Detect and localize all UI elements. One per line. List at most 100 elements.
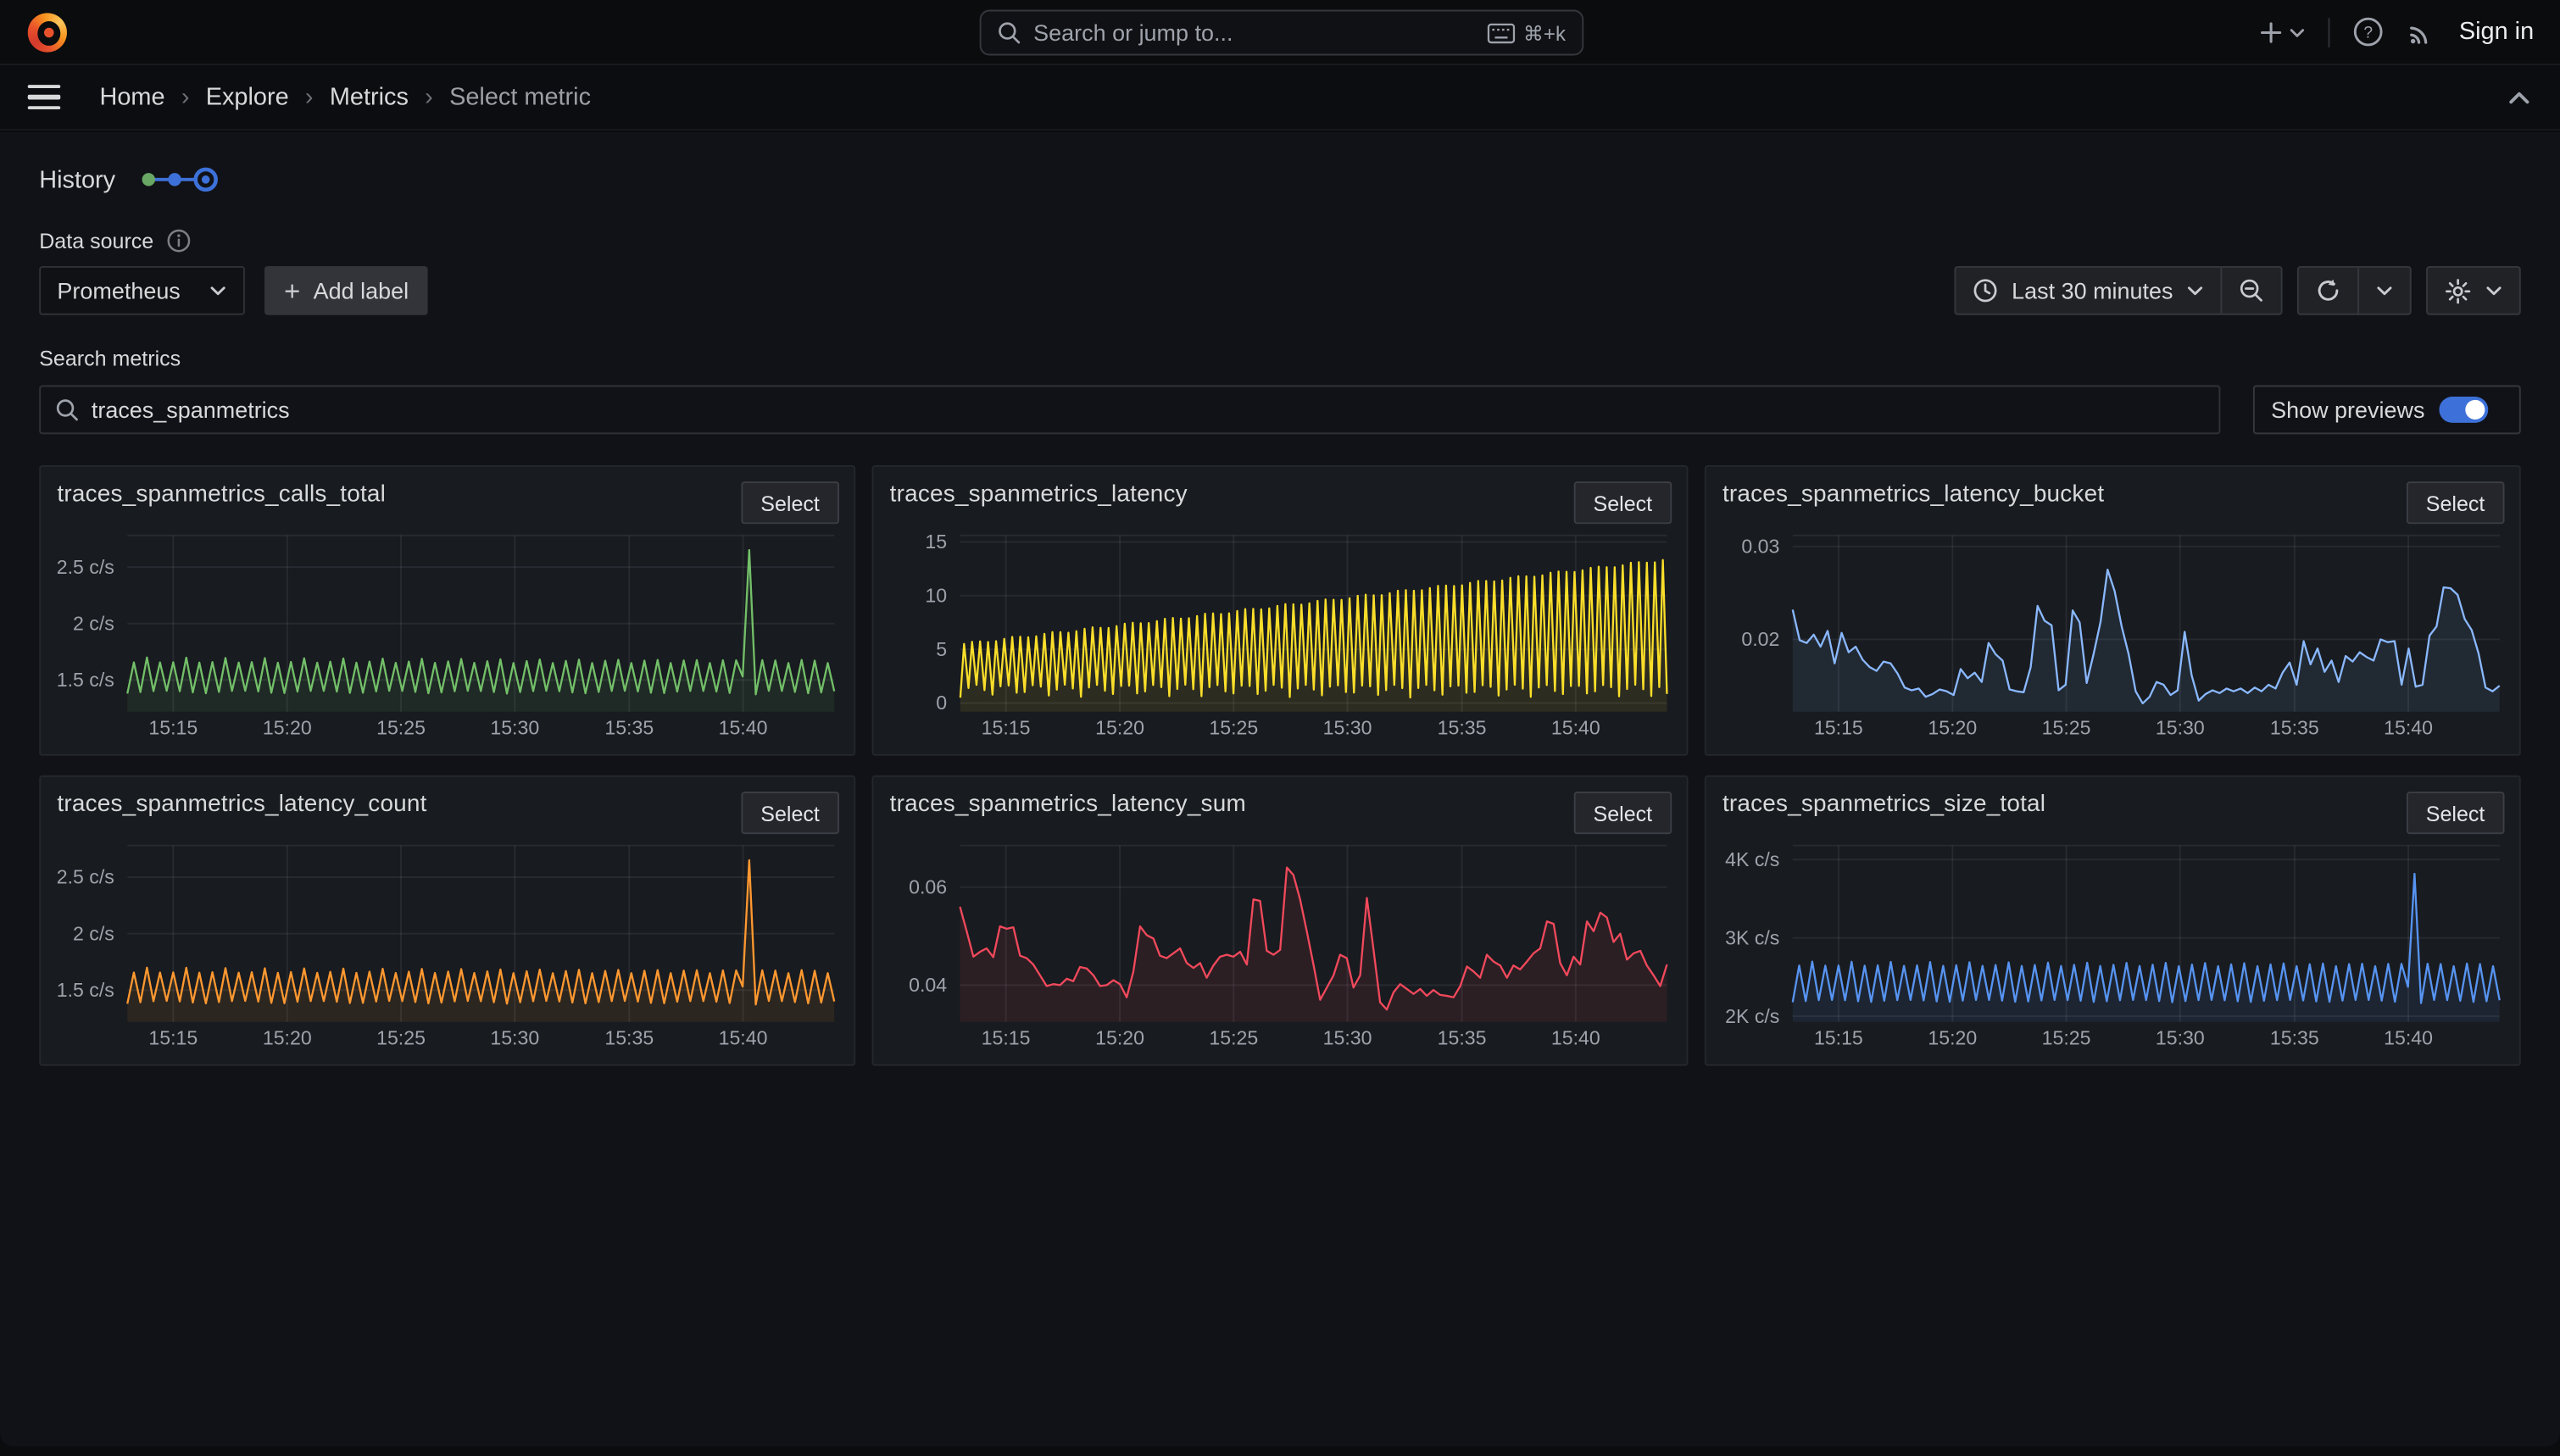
select-button[interactable]: Select bbox=[1573, 792, 1672, 834]
select-button[interactable]: Select bbox=[741, 792, 839, 834]
svg-text:15:35: 15:35 bbox=[604, 1027, 654, 1049]
time-range-label: Last 30 minutes bbox=[2012, 277, 2173, 303]
svg-text:15:20: 15:20 bbox=[1928, 717, 1977, 739]
global-search[interactable]: ⌘+k bbox=[980, 10, 1584, 56]
metric-panel: traces_spanmetrics_size_total Select 2K … bbox=[1705, 775, 2521, 1066]
chevron-down-icon bbox=[209, 284, 227, 297]
svg-text:10: 10 bbox=[925, 585, 947, 607]
breadcrumb-separator: › bbox=[305, 83, 314, 111]
metric-panel: traces_spanmetrics_latency_sum Select 0.… bbox=[871, 775, 1688, 1066]
zoom-out-button[interactable] bbox=[2220, 268, 2280, 314]
topbar-divider bbox=[2329, 17, 2330, 47]
svg-text:2.5 c/s: 2.5 c/s bbox=[57, 556, 114, 578]
svg-text:15:30: 15:30 bbox=[490, 1027, 539, 1049]
select-button[interactable]: Select bbox=[741, 481, 839, 524]
svg-text:2 c/s: 2 c/s bbox=[73, 612, 114, 634]
svg-text:2 c/s: 2 c/s bbox=[73, 922, 114, 944]
svg-text:15:20: 15:20 bbox=[263, 717, 312, 739]
news-button[interactable] bbox=[2407, 17, 2436, 47]
plus-icon: + bbox=[284, 276, 300, 304]
svg-text:?: ? bbox=[2364, 25, 2374, 42]
svg-text:15:25: 15:25 bbox=[1209, 1027, 1258, 1049]
show-previews-toggle[interactable] bbox=[2440, 397, 2489, 423]
metric-panel: traces_spanmetrics_latency_count Select … bbox=[39, 775, 855, 1066]
panel-title: traces_spanmetrics_latency_count bbox=[57, 792, 426, 818]
global-search-input[interactable] bbox=[1033, 19, 1474, 46]
refresh-group bbox=[2297, 266, 2412, 315]
sign-in-button[interactable]: Sign in bbox=[2459, 18, 2534, 46]
refresh-button[interactable] bbox=[2299, 268, 2357, 314]
panel-chart: 2K c/s3K c/s4K c/s15:1515:2015:2515:3015… bbox=[1717, 836, 2507, 1054]
svg-text:15:40: 15:40 bbox=[719, 717, 768, 739]
grafana-logo[interactable] bbox=[28, 12, 67, 51]
settings-group bbox=[2426, 266, 2521, 315]
breadcrumb: Home › Explore › Metrics › Select metric bbox=[99, 83, 591, 111]
breadcrumb-home[interactable]: Home bbox=[99, 83, 164, 111]
panel-header: traces_spanmetrics_calls_total Select bbox=[53, 480, 843, 525]
top-bar: ⌘+k ? bbox=[0, 0, 2560, 65]
panel-header: traces_spanmetrics_size_total Select bbox=[1717, 790, 2507, 836]
controls-row: Prometheus + Add label bbox=[39, 266, 2521, 315]
keyboard-icon bbox=[1487, 22, 1515, 43]
panel-title: traces_spanmetrics_latency bbox=[890, 481, 1188, 508]
info-icon[interactable] bbox=[167, 229, 192, 253]
panel-chart: 0.040.0615:1515:2015:2515:3015:3515:40 bbox=[885, 836, 1675, 1054]
breadcrumb-metrics[interactable]: Metrics bbox=[330, 83, 409, 111]
refresh-icon bbox=[2315, 277, 2341, 303]
svg-text:15:30: 15:30 bbox=[1323, 717, 1372, 739]
time-picker-group: Last 30 minutes bbox=[1955, 266, 2283, 315]
svg-text:15:35: 15:35 bbox=[2270, 1027, 2319, 1049]
svg-text:15: 15 bbox=[925, 531, 947, 553]
breadcrumb-separator: › bbox=[425, 83, 433, 111]
chevron-down-icon bbox=[2375, 284, 2393, 297]
metric-panels: traces_spanmetrics_calls_total Select 1.… bbox=[39, 465, 2521, 1066]
datasource-picker[interactable]: Prometheus bbox=[39, 266, 245, 315]
select-button[interactable]: Select bbox=[2407, 792, 2505, 834]
breadcrumb-explore[interactable]: Explore bbox=[206, 83, 289, 111]
svg-text:15:15: 15:15 bbox=[148, 1027, 198, 1049]
search-metrics-input[interactable] bbox=[92, 397, 2204, 423]
breadcrumb-bar: Home › Explore › Metrics › Select metric bbox=[0, 65, 2560, 131]
settings-button[interactable] bbox=[2428, 268, 2519, 314]
datasource-value: Prometheus bbox=[57, 277, 180, 303]
panel-header: traces_spanmetrics_latency_count Select bbox=[53, 790, 843, 836]
svg-text:15:35: 15:35 bbox=[2270, 717, 2319, 739]
svg-text:15:25: 15:25 bbox=[2042, 717, 2091, 739]
svg-text:15:35: 15:35 bbox=[1438, 1027, 1487, 1049]
svg-text:15:20: 15:20 bbox=[1095, 1027, 1144, 1049]
clock-icon bbox=[1973, 277, 1999, 303]
svg-text:0.06: 0.06 bbox=[909, 875, 947, 897]
help-button[interactable]: ? bbox=[2353, 16, 2385, 47]
search-metrics-field[interactable] bbox=[39, 386, 2220, 435]
refresh-interval-dropdown[interactable] bbox=[2357, 268, 2410, 314]
time-range-button[interactable]: Last 30 minutes bbox=[1956, 268, 2221, 314]
show-previews-control: Show previews bbox=[2253, 386, 2521, 435]
svg-text:15:40: 15:40 bbox=[2384, 1027, 2433, 1049]
collapse-header-button[interactable] bbox=[2507, 89, 2530, 105]
new-menu-button[interactable] bbox=[2260, 20, 2306, 43]
select-button[interactable]: Select bbox=[2407, 481, 2505, 524]
panel-chart: 05101515:1515:2015:2515:3015:3515:40 bbox=[885, 525, 1675, 744]
svg-text:15:30: 15:30 bbox=[1323, 1027, 1372, 1049]
svg-text:15:25: 15:25 bbox=[376, 1027, 426, 1049]
panel-chart: 0.020.0315:1515:2015:2515:3015:3515:40 bbox=[1717, 525, 2507, 744]
toggle-knob bbox=[2466, 400, 2485, 420]
panel-header: traces_spanmetrics_latency Select bbox=[885, 480, 1675, 525]
svg-text:15:15: 15:15 bbox=[148, 717, 198, 739]
svg-text:15:25: 15:25 bbox=[1209, 717, 1258, 739]
history-slider[interactable] bbox=[138, 165, 220, 195]
zoom-out-icon bbox=[2239, 277, 2265, 303]
svg-text:1.5 c/s: 1.5 c/s bbox=[57, 979, 114, 1001]
svg-text:15:20: 15:20 bbox=[1095, 717, 1144, 739]
menu-toggle-button[interactable] bbox=[28, 85, 61, 110]
add-label-button[interactable]: + Add label bbox=[264, 266, 428, 315]
svg-text:15:30: 15:30 bbox=[2156, 1027, 2205, 1049]
svg-text:15:25: 15:25 bbox=[2042, 1027, 2091, 1049]
panel-title: traces_spanmetrics_latency_bucket bbox=[1722, 481, 2104, 508]
chevron-down-icon bbox=[2290, 25, 2306, 38]
svg-text:15:40: 15:40 bbox=[1551, 1027, 1600, 1049]
select-button[interactable]: Select bbox=[1573, 481, 1672, 524]
panel-header: traces_spanmetrics_latency_sum Select bbox=[885, 790, 1675, 836]
metric-panel: traces_spanmetrics_calls_total Select 1.… bbox=[39, 465, 855, 756]
show-previews-label: Show previews bbox=[2271, 397, 2424, 423]
